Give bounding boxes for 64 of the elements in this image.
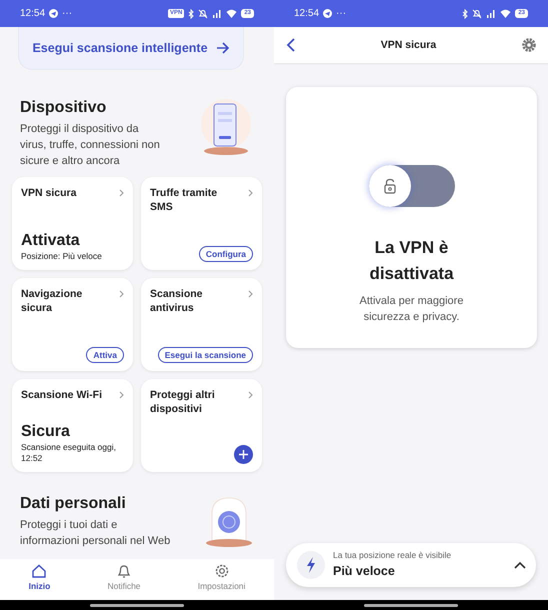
plus-icon xyxy=(239,450,248,460)
feature-card[interactable]: Truffe tramite SMS Configura xyxy=(141,177,262,270)
feature-card[interactable]: Proteggi altri dispositivi xyxy=(141,379,262,472)
chevron-right-icon xyxy=(248,189,253,198)
vpn-toggle[interactable] xyxy=(368,165,454,207)
add-button[interactable] xyxy=(234,445,253,464)
section-description: Proteggi i tuoi dati e informazioni personali nel Web xyxy=(20,518,172,550)
unlocked-lock-icon xyxy=(382,178,396,194)
clock-time: 12:54 xyxy=(20,7,46,21)
chevron-right-icon xyxy=(248,391,253,400)
bluetooth-icon xyxy=(188,8,194,18)
settings-icon xyxy=(522,38,536,52)
wifi-icon xyxy=(500,9,512,18)
chevron-right-icon xyxy=(119,189,124,198)
feature-card[interactable]: Scansione Wi-Fi Sicura Scansione eseguita oggi, 12:52 xyxy=(12,379,133,472)
mute-icon xyxy=(472,8,482,18)
location-bar[interactable]: La tua posizione reale è visibile Più veloce xyxy=(286,543,536,587)
chevron-up-icon xyxy=(514,561,526,569)
status-detail: Posizione: Più veloce xyxy=(21,251,103,262)
more-indicator: ··· xyxy=(62,7,72,21)
settings-icon xyxy=(214,563,230,579)
section-title: Dispositivo xyxy=(20,98,108,118)
feature-card[interactable]: Navigazione sicura Attiva xyxy=(12,278,133,372)
smart-scan-button[interactable]: Esegui scansione intelligente xyxy=(18,27,244,70)
nav-tab[interactable]: Notifiche xyxy=(107,563,141,593)
action-button[interactable]: Attiva xyxy=(86,347,124,364)
bell-icon xyxy=(116,563,132,579)
location-name: Più veloce xyxy=(333,563,396,580)
home-icon xyxy=(31,563,48,579)
bluetooth-icon xyxy=(462,8,468,18)
signal-icon xyxy=(486,9,496,18)
action-button[interactable]: Configura xyxy=(198,246,253,262)
more-indicator: ··· xyxy=(336,7,346,21)
chevron-right-icon xyxy=(248,290,253,298)
arrow-right-icon xyxy=(216,42,230,54)
signal-icon xyxy=(212,9,222,18)
wifi-icon xyxy=(226,9,238,18)
card-title: Navigazione sicura xyxy=(21,287,84,316)
nav-tab[interactable]: Inizio xyxy=(28,563,50,593)
mute-icon xyxy=(198,8,208,18)
feature-card[interactable]: Scansione antivirus Esegui la scansione xyxy=(141,278,262,372)
telegram-icon xyxy=(323,9,332,18)
card-title: Scansione Wi-Fi xyxy=(21,388,104,402)
clock-time: 12:54 xyxy=(294,7,320,21)
chevron-right-icon xyxy=(119,290,124,298)
status-detail: Scansione eseguita oggi, 12:52 xyxy=(21,442,117,464)
telegram-icon xyxy=(49,9,58,18)
location-caption: La tua posizione reale è visibile xyxy=(333,549,452,562)
screen-title: VPN sicura xyxy=(380,38,436,52)
status-text: Sicura xyxy=(21,422,71,442)
card-title: VPN sicura xyxy=(21,186,78,200)
action-button[interactable]: Esegui la scansione xyxy=(158,347,253,364)
card-title: Proteggi altri dispositivi xyxy=(150,388,216,416)
card-title: Truffe tramite SMS xyxy=(150,186,218,214)
chevron-right-icon xyxy=(119,391,124,400)
section-title: Dati personali xyxy=(20,494,127,514)
feature-card[interactable]: VPN sicura Attivata Posizione: Più veloce xyxy=(12,177,133,270)
vpn-status-subtitle: Attivala per maggiore sicurezza e privacy. xyxy=(358,294,464,325)
section-description: Proteggi il dispositivo da virus, truffe, connessioni non sicure e altro ancora xyxy=(20,122,160,170)
nav-tab[interactable]: Impostazioni xyxy=(198,563,246,593)
vpn-status-title: La VPN è disattivata xyxy=(368,237,455,285)
card-title: Scansione antivirus xyxy=(150,287,204,316)
status-text: Attivata xyxy=(21,231,81,252)
lightning-icon xyxy=(305,557,317,573)
